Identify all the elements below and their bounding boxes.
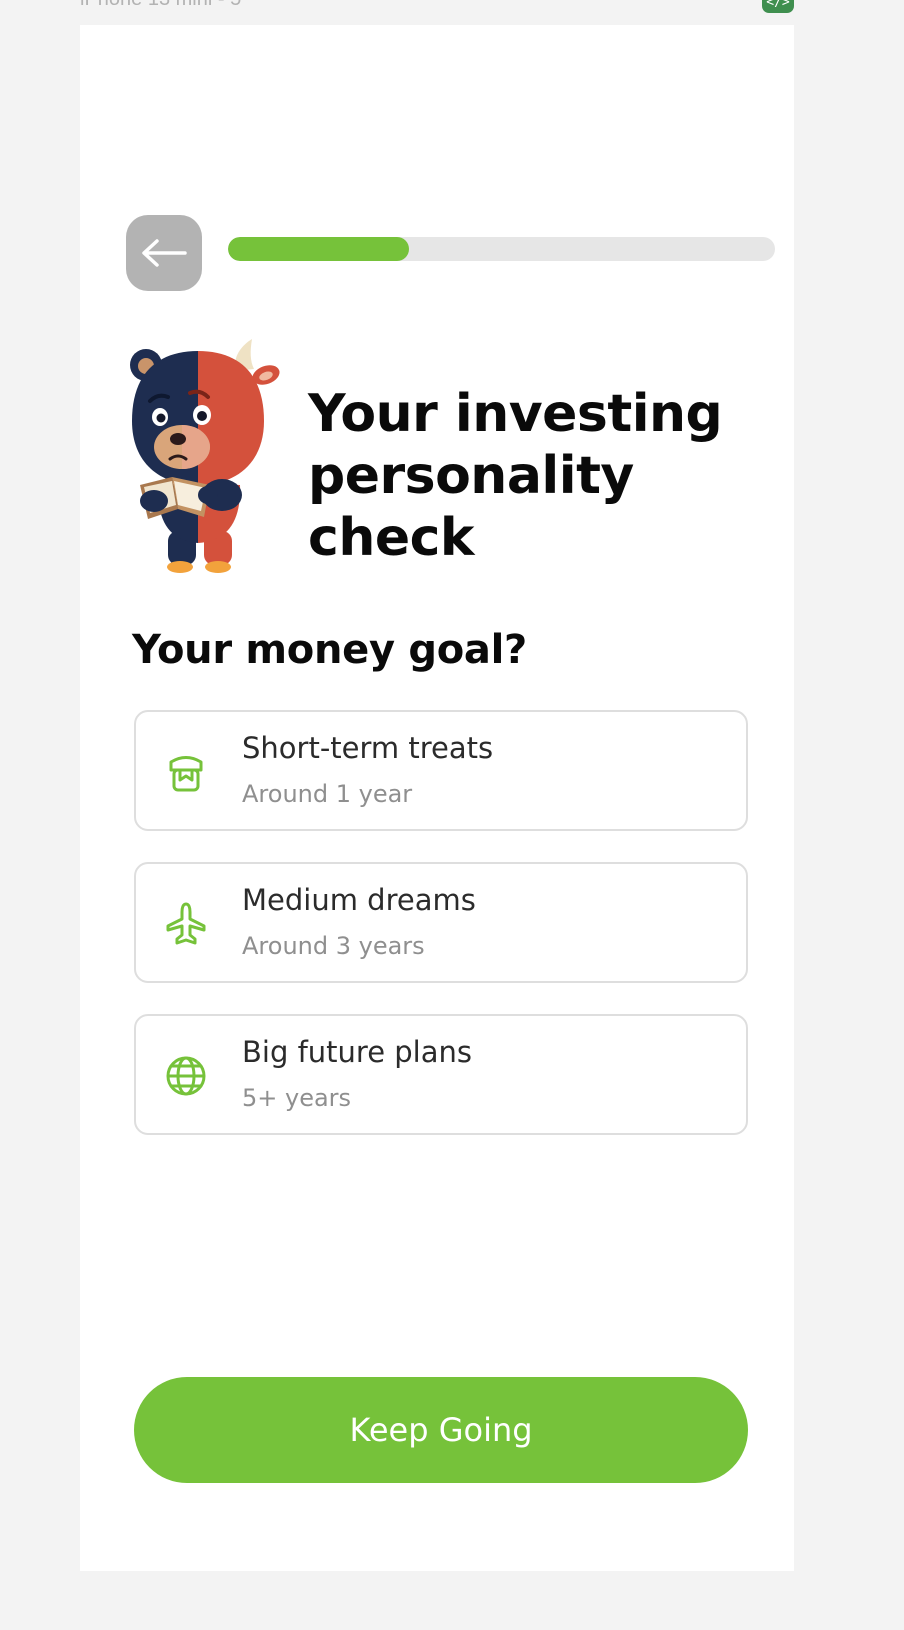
arrow-left-icon	[142, 239, 187, 267]
option-long-term[interactable]: Big future plans 5+ years	[134, 1014, 748, 1135]
device-label: iPhone 13 mini - 5	[80, 0, 241, 11]
option-subtitle: Around 1 year	[242, 780, 413, 808]
option-medium[interactable]: Medium dreams Around 3 years	[134, 862, 748, 983]
gift-box-icon	[169, 756, 203, 792]
app-screen: Your investing personality check Your mo…	[80, 25, 794, 1571]
globe-icon	[166, 1056, 206, 1096]
page-title: Your investing personality check	[308, 384, 723, 568]
option-subtitle: 5+ years	[242, 1084, 352, 1112]
option-subtitle: Around 3 years	[242, 932, 425, 960]
option-short-term[interactable]: Short-term treats Around 1 year	[134, 710, 748, 831]
option-title: Big future plans	[242, 1035, 472, 1069]
option-title: Short-term treats	[242, 731, 494, 765]
progress-fill	[228, 237, 409, 261]
question-heading: Your money goal?	[132, 627, 527, 673]
option-title: Medium dreams	[242, 883, 476, 917]
keep-going-button[interactable]: Keep Going	[134, 1377, 748, 1483]
code-icon[interactable]: </>	[762, 0, 794, 13]
airplane-icon	[166, 902, 206, 945]
progress-bar	[228, 237, 775, 261]
back-button[interactable]	[126, 215, 202, 291]
bear-bull-mascot	[130, 339, 280, 573]
